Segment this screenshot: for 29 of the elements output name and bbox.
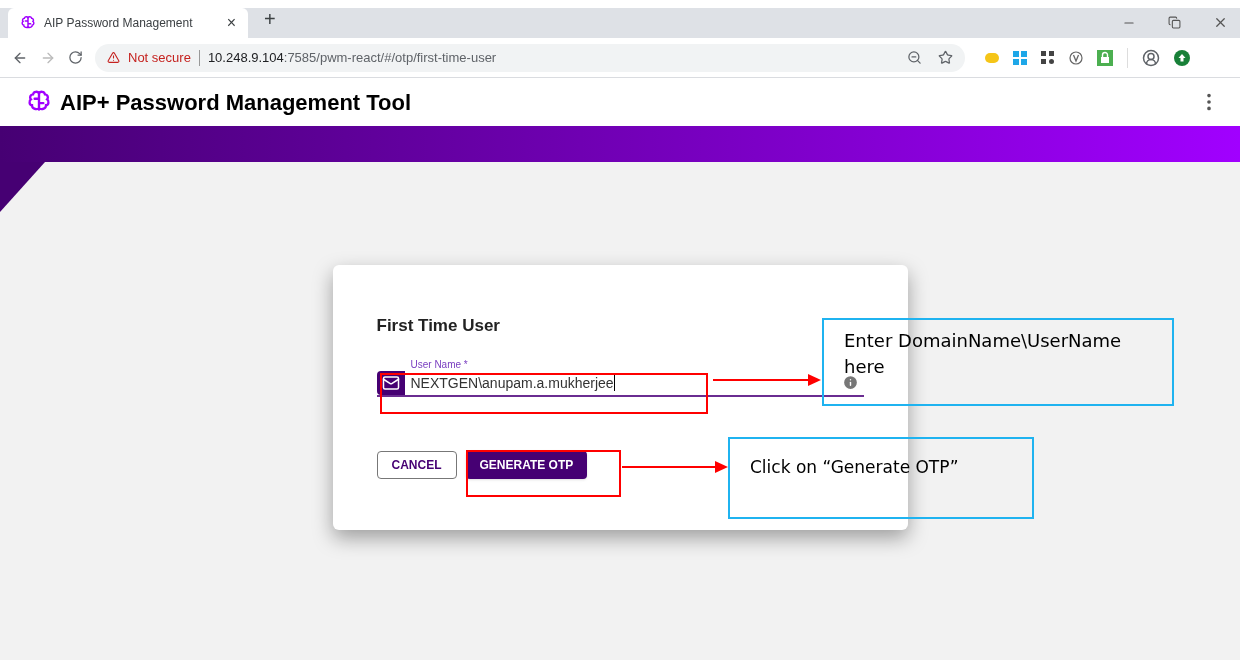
windows-extension-icon[interactable] [1013,50,1027,65]
warning-icon [107,51,120,64]
cancel-button[interactable]: CANCEL [376,450,457,479]
restore-icon[interactable] [1168,16,1181,29]
not-secure-label: Not secure [128,48,191,67]
field-label: User Name * [410,358,468,371]
tab-close-button[interactable]: × [226,11,236,35]
callout-text: Click on “Generate OTP” [750,456,960,479]
qr-extension-icon[interactable] [1041,50,1055,65]
generate-button[interactable]: GENERATE OTP [465,450,588,479]
browser-tab[interactable]: AIP Password Management × [8,8,248,38]
url-text: 10.248.9.104:7585/pwm-react/#/otp/first-time-user [207,48,498,67]
address-bar[interactable]: Not secure 10.248.9.104:7585/pwm-react/#/otp/first-time-user [95,43,965,72]
update-icon[interactable] [1174,49,1190,66]
new-tab-button[interactable]: + [264,4,276,34]
star-icon[interactable] [938,50,953,65]
profile-icon[interactable] [1142,48,1160,67]
zoom-icon[interactable] [907,50,922,65]
field-value: NEXTGEN\anupam.a.mukherjee [410,373,615,393]
tab-title: AIP Password Management [44,15,194,32]
info-icon[interactable] [841,373,859,391]
v-extension-icon[interactable] [1069,50,1083,65]
reload-icon[interactable] [68,50,83,65]
lock-extension-icon[interactable] [1097,49,1113,66]
banner-wedge-drawing [0,162,45,212]
app-title: AIP+ Password Management Tool [60,88,413,117]
brain-logo-icon [20,15,36,31]
close-icon[interactable] [1213,15,1228,30]
dialog-title: First Time User [376,315,501,337]
